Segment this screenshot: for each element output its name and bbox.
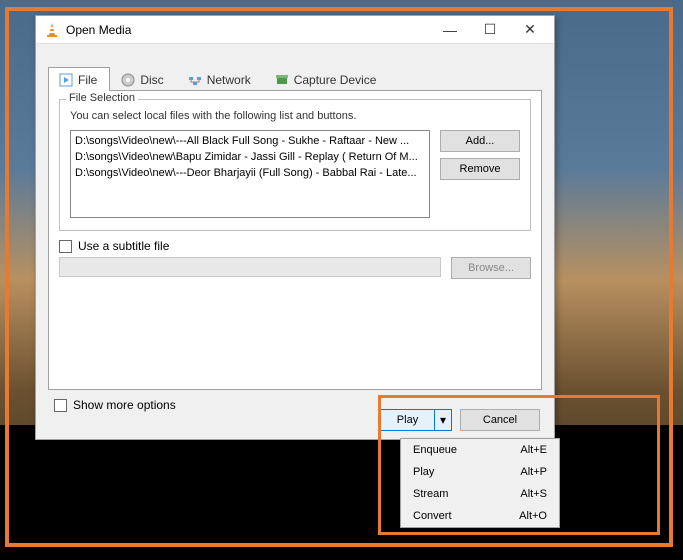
tab-capture[interactable]: Capture Device <box>264 67 390 91</box>
list-item[interactable]: D:\songs\Video\new\---All Black Full Son… <box>75 133 425 149</box>
file-selection-legend: File Selection <box>66 92 138 104</box>
dialog-title: Open Media <box>66 23 430 37</box>
disc-icon <box>121 73 135 87</box>
tab-network-label: Network <box>207 73 251 87</box>
capture-icon <box>275 73 289 87</box>
network-icon <box>188 73 202 87</box>
file-row: D:\songs\Video\new\---All Black Full Son… <box>70 130 520 218</box>
list-item[interactable]: D:\songs\Video\new\Bapu Zimidar - Jassi … <box>75 149 425 165</box>
file-list[interactable]: D:\songs\Video\new\---All Black Full Son… <box>70 130 430 218</box>
file-selection-fieldset: File Selection You can select local file… <box>59 99 531 231</box>
remove-button[interactable]: Remove <box>440 158 520 180</box>
tab-disc[interactable]: Disc <box>110 67 176 91</box>
subtitle-row: Use a subtitle file <box>59 239 531 253</box>
vlc-cone-icon <box>44 22 60 38</box>
titlebar: Open Media — ☐ ✕ <box>36 16 554 44</box>
tab-network[interactable]: Network <box>177 67 264 91</box>
subtitle-label: Use a subtitle file <box>78 239 169 253</box>
subtitle-checkbox[interactable] <box>59 240 72 253</box>
close-button[interactable]: ✕ <box>510 17 550 43</box>
tab-file[interactable]: File <box>48 67 110 91</box>
tab-file-label: File <box>78 73 97 87</box>
tab-disc-label: Disc <box>140 73 163 87</box>
annotation-inner-box <box>378 395 660 535</box>
tab-capture-label: Capture Device <box>294 73 377 87</box>
maximize-button[interactable]: ☐ <box>470 17 510 43</box>
desktop-background: Open Media — ☐ ✕ File Disc <box>0 0 683 560</box>
subtitle-input-row: Browse... <box>59 257 531 279</box>
file-selection-help: You can select local files with the foll… <box>70 110 520 122</box>
file-side-buttons: Add... Remove <box>440 130 520 180</box>
add-button[interactable]: Add... <box>440 130 520 152</box>
tabs-bar: File Disc Network Capture Device <box>36 44 554 90</box>
minimize-button[interactable]: — <box>430 17 470 43</box>
browse-button: Browse... <box>451 257 531 279</box>
subtitle-path-input <box>59 257 441 277</box>
open-media-dialog: Open Media — ☐ ✕ File Disc <box>35 15 555 440</box>
tab-panel: File Selection You can select local file… <box>48 90 542 390</box>
file-icon <box>59 73 73 87</box>
list-item[interactable]: D:\songs\Video\new\---Deor Bharjayii (Fu… <box>75 165 425 181</box>
